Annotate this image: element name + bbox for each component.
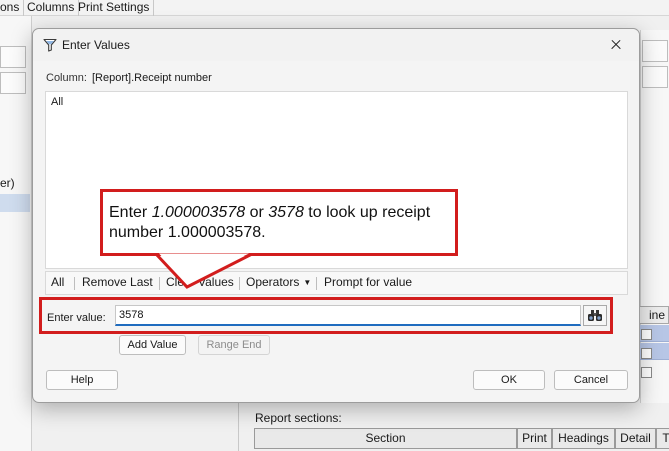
values-toolbar: All Remove Last Clear Values Operators ▼ … [45,271,628,295]
header-section[interactable]: Section [254,428,517,449]
background-menubar: ons Columns Print Settings [0,0,669,16]
prompt-for-value-button[interactable]: Prompt for value [324,272,412,294]
column-label: Column: [46,72,87,84]
cancel-button[interactable]: Cancel [554,370,628,390]
toolbar-separator [159,277,160,290]
callout-text: Enter 1.000003578 or 3578 to look up rec… [109,203,454,243]
header-headings[interactable]: Headings [552,428,615,449]
menu-item-options[interactable]: ons [0,0,25,16]
list-item[interactable]: All [51,96,63,108]
header-print[interactable]: Print [517,428,552,449]
dialog-title-bar[interactable]: Enter Values [33,29,639,61]
callout-text-part: Enter [109,204,152,221]
close-button[interactable] [593,29,639,61]
toolbar-separator [316,277,317,290]
operators-label: Operators [246,275,300,289]
background-left-control [0,72,26,94]
toolbar-separator [239,277,240,290]
header-t[interactable]: T [656,428,669,449]
ok-button[interactable]: OK [473,370,545,390]
dialog-title: Enter Values [62,38,130,52]
callout-box: Enter 1.000003578 or 3578 to look up rec… [100,189,458,256]
caret-down-icon: ▼ [303,278,312,287]
report-sections-label: Report sections: [255,411,342,425]
menu-item-print-settings[interactable]: Print Settings [74,0,155,16]
background-left-panel: er) [0,16,32,451]
add-value-button[interactable]: Add Value [119,335,186,355]
column-info: Column: [Report].Receipt number [46,72,212,84]
range-end-button[interactable]: Range End [198,335,270,355]
enter-value-highlight [39,297,613,334]
filter-icon [43,38,57,52]
all-button[interactable]: All [51,272,64,294]
operators-dropdown[interactable]: Operators ▼ [246,272,311,294]
background-left-text: er) [0,176,15,190]
header-detail[interactable]: Detail [615,428,656,449]
toolbar-separator [74,277,75,290]
background-checkbox[interactable] [641,348,652,359]
background-checkbox[interactable] [641,329,652,340]
background-checkbox[interactable] [641,367,652,378]
help-button[interactable]: Help [46,370,118,390]
column-value: [Report].Receipt number [91,72,212,84]
background-right-control [642,40,668,62]
callout-example-value: 3578 [268,204,304,221]
clear-values-button[interactable]: Clear Values [166,272,234,294]
menu-item-columns[interactable]: Columns [23,0,80,16]
background-left-control [0,46,26,68]
background-right-control [642,66,668,88]
remove-last-button[interactable]: Remove Last [82,272,153,294]
callout-example-value: 1.000003578 [151,204,246,221]
callout-text-part: or [245,204,269,221]
background-left-selection [0,194,30,212]
